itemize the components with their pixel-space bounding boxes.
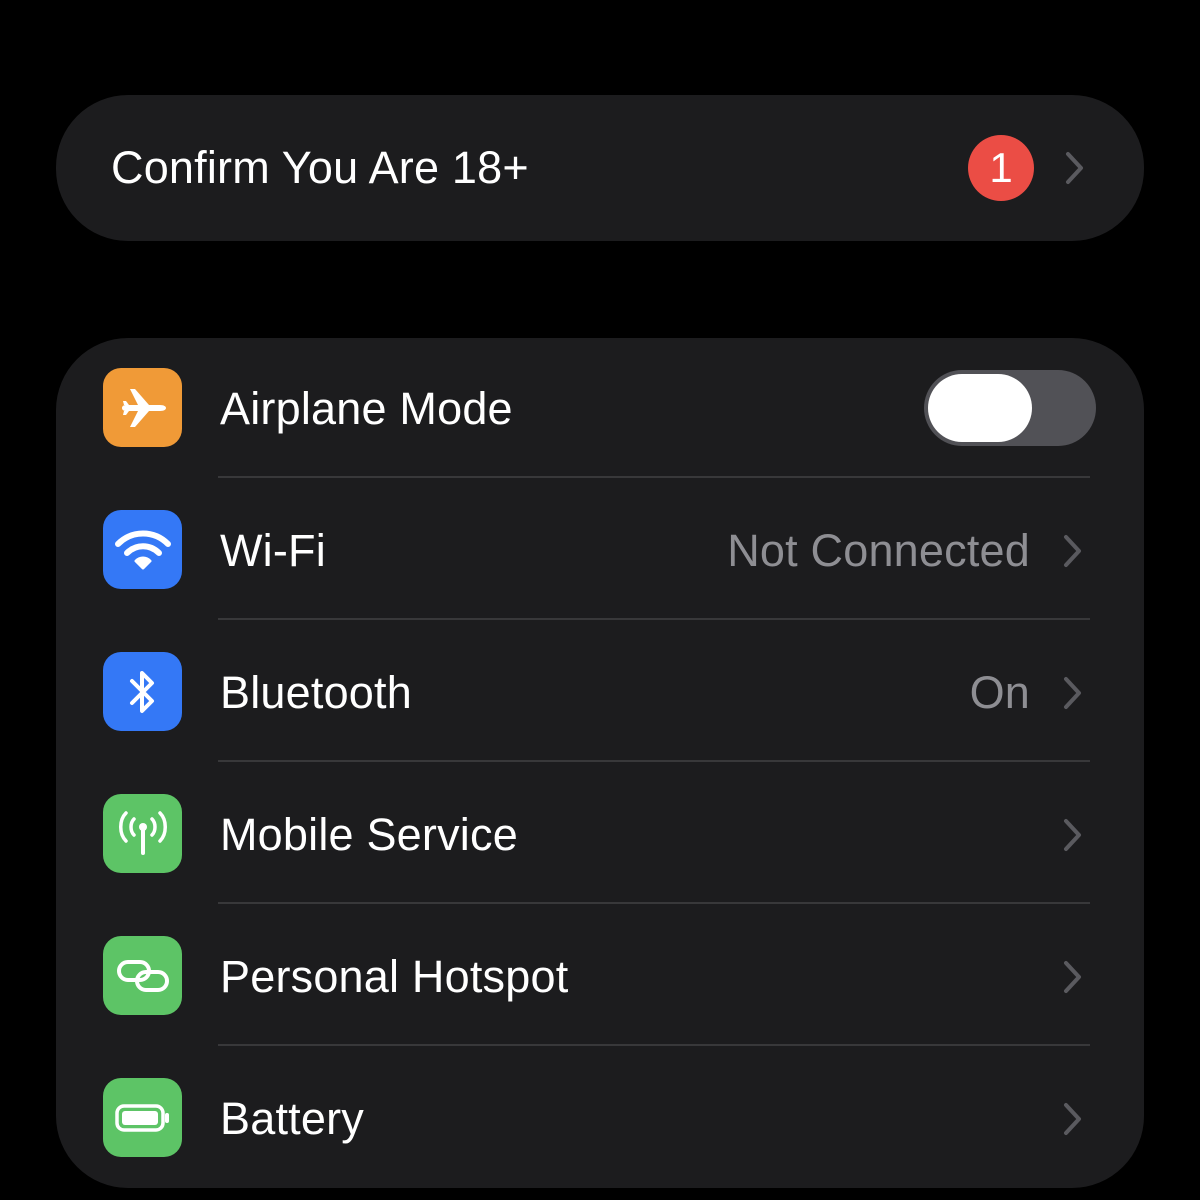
- personal-hotspot-label: Personal Hotspot: [220, 951, 569, 1002]
- airplane-icon: [103, 368, 182, 447]
- confirm-age-row[interactable]: Confirm You Are 18+ 1: [56, 95, 1144, 241]
- mobile-service-row[interactable]: Mobile Service: [56, 764, 1144, 906]
- bluetooth-row[interactable]: Bluetooth On: [56, 622, 1144, 764]
- chevron-right-icon: [1062, 817, 1084, 853]
- row-divider: [218, 1044, 1090, 1046]
- battery-icon: [103, 1078, 182, 1157]
- bluetooth-status: On: [969, 667, 1030, 718]
- chevron-right-icon: [1062, 533, 1084, 569]
- notification-badge: 1: [968, 135, 1034, 201]
- battery-row[interactable]: Battery: [56, 1048, 1144, 1190]
- wifi-status: Not Connected: [727, 525, 1030, 576]
- chevron-right-icon: [1062, 1101, 1084, 1137]
- airplane-mode-toggle[interactable]: [924, 370, 1096, 446]
- row-divider: [218, 902, 1090, 904]
- airplane-mode-label: Airplane Mode: [220, 383, 513, 434]
- toggle-knob: [928, 374, 1032, 442]
- personal-hotspot-row[interactable]: Personal Hotspot: [56, 906, 1144, 1048]
- wifi-label: Wi-Fi: [220, 525, 326, 576]
- row-divider: [218, 760, 1090, 762]
- wifi-row[interactable]: Wi-Fi Not Connected: [56, 480, 1144, 622]
- chevron-right-icon: [1062, 675, 1084, 711]
- bluetooth-label: Bluetooth: [220, 667, 412, 718]
- row-divider: [218, 618, 1090, 620]
- battery-label: Battery: [220, 1093, 364, 1144]
- link-icon: [103, 936, 182, 1015]
- confirm-age-title: Confirm You Are 18+: [111, 142, 529, 193]
- bluetooth-icon: [103, 652, 182, 731]
- antenna-icon: [103, 794, 182, 873]
- chevron-right-icon: [1062, 959, 1084, 995]
- row-divider: [218, 476, 1090, 478]
- connectivity-settings-group: Airplane Mode Wi-Fi Not Connected Blueto…: [56, 338, 1144, 1188]
- chevron-right-icon: [1064, 150, 1086, 186]
- mobile-service-label: Mobile Service: [220, 809, 518, 860]
- airplane-mode-row: Airplane Mode: [56, 338, 1144, 480]
- wifi-icon: [103, 510, 182, 589]
